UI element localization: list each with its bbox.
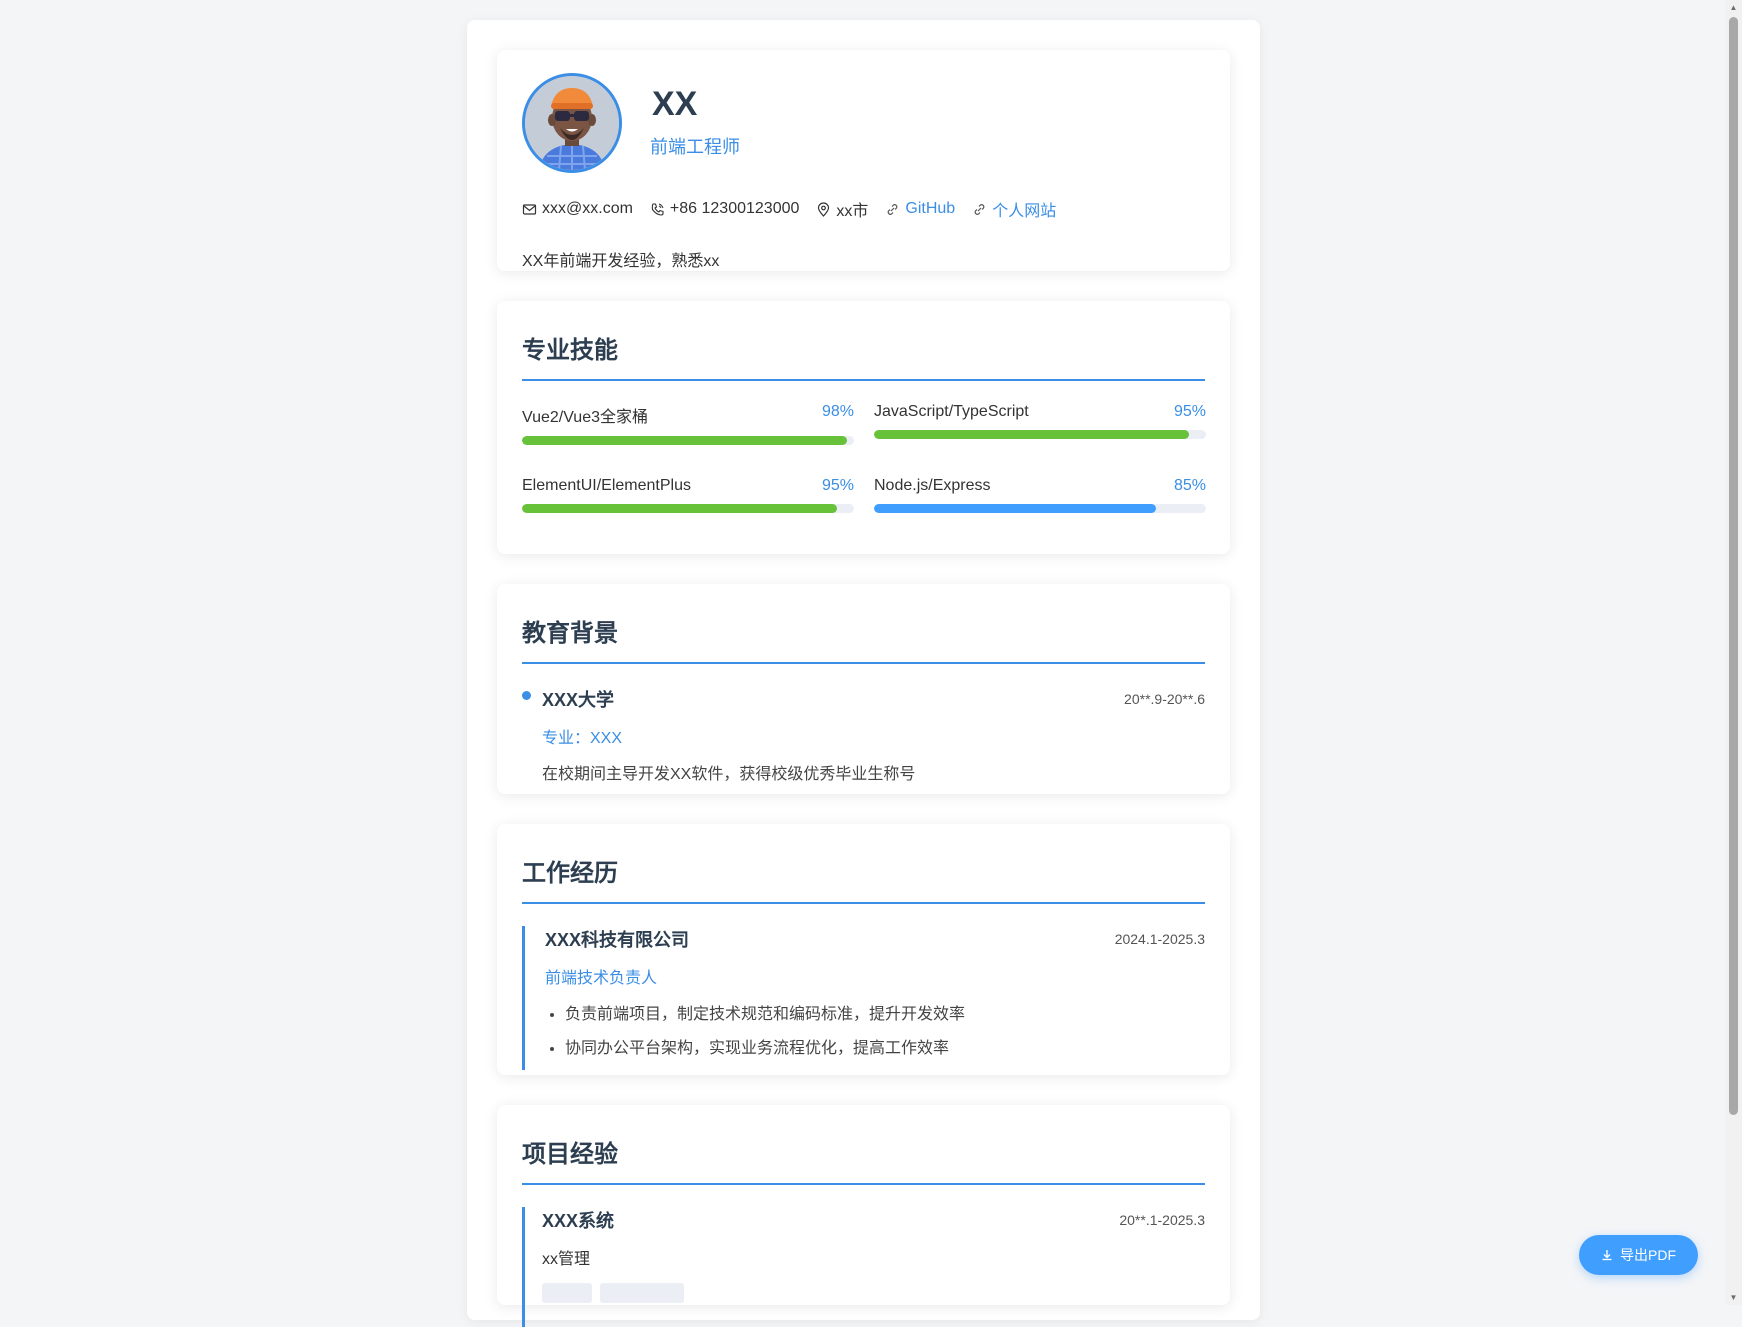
location-pin-icon [816,201,831,217]
section-title-work: 工作经历 [522,853,1205,904]
profile-title: 前端工程师 [650,137,740,157]
skill-bar-fill [874,430,1190,439]
duty-item: 协同办公平台架构，实现业务流程优化，提高工作效率 [565,1034,1205,1058]
scrollbar-thumb[interactable] [1729,17,1738,1115]
export-pdf-button[interactable]: 导出PDF [1579,1235,1698,1275]
skills-card: 专业技能 Vue2/Vue3全家桶 98% JavaScript/TypeScr… [497,301,1230,554]
skill-bar [874,504,1206,513]
skills-grid: Vue2/Vue3全家桶 98% JavaScript/TypeScript 9… [522,403,1206,513]
duty-list: 负责前端项目，制定技术规范和编码标准，提升开发效率 协同办公平台架构，实现业务流… [545,1000,1205,1058]
phone-text: +86 12300123000 [669,200,800,217]
mail-icon [522,202,537,217]
projects-card: 项目经验 XXX系统 20**.1-2025.3 xx管理 [497,1105,1230,1327]
project-name: XXX系统 [542,1211,615,1231]
skill-bar-fill [522,504,838,513]
page-scrollbar[interactable]: ▲ ▼ [1725,0,1742,1305]
contact-bar: xxx@xx.com +86 12300123000 xx市 GitHub 个人… [522,197,1205,221]
project-item: XXX系统 20**.1-2025.3 xx管理 [522,1207,1205,1327]
work-role: 前端技术负责人 [545,970,658,987]
link-icon [972,202,987,217]
contact-location: xx市 [816,197,868,221]
tech-tag [542,1283,592,1303]
duty-item: 负责前端项目，制定技术规范和编码标准，提升开发效率 [565,1000,1205,1024]
skill-bar [874,430,1206,439]
avatar-illustration [525,76,619,170]
skill-name: ElementUI/ElementPlus [522,477,691,494]
project-tags [542,1283,1205,1303]
section-title-skills: 专业技能 [522,330,1205,381]
contact-email: xxx@xx.com [522,200,633,218]
website-link[interactable]: 个人网站 [992,197,1056,221]
project-desc: xx管理 [542,1251,591,1268]
profile-summary: XX年前端开发经验，熟悉xx [522,253,720,270]
skill-item: JavaScript/TypeScript 95% [874,403,1206,445]
work-card: 工作经历 XXX科技有限公司 2024.1-2025.3 前端技术负责人 负责前… [497,824,1230,1075]
contact-github[interactable]: GitHub [885,200,955,218]
skill-item: ElementUI/ElementPlus 95% [522,477,854,513]
skill-item: Node.js/Express 85% [874,477,1206,513]
avatar [522,73,622,173]
export-pdf-label: 导出PDF [1620,1247,1676,1263]
skill-bar-fill [874,504,1157,513]
phone-icon [650,202,665,217]
skill-item: Vue2/Vue3全家桶 98% [522,403,854,445]
company-name: XXX科技有限公司 [545,930,690,950]
skill-percent: 85% [1173,477,1206,494]
contact-website[interactable]: 个人网站 [972,197,1056,221]
project-date: 20**.1-2025.3 [1119,1212,1205,1228]
skill-bar [522,504,854,513]
education-item: XXX大学 20**.9-20**.6 专业：XXX 在校期间主导开发XX软件，… [522,686,1205,784]
contact-phone: +86 12300123000 [650,200,799,218]
skill-name: Node.js/Express [874,477,991,494]
scroll-down-arrow-icon[interactable]: ▼ [1729,1293,1738,1302]
skill-percent: 98% [821,403,854,420]
education-date: 20**.9-20**.6 [1124,691,1205,707]
skill-percent: 95% [1173,403,1206,420]
profile-name: XX [652,85,698,123]
work-item: XXX科技有限公司 2024.1-2025.3 前端技术负责人 负责前端项目，制… [522,926,1205,1070]
scroll-up-arrow-icon[interactable]: ▲ [1729,3,1738,12]
education-card: 教育背景 XXX大学 20**.9-20**.6 专业：XXX 在校期间主导开发… [497,584,1230,794]
skill-bar [522,436,854,445]
skill-name: Vue2/Vue3全家桶 [522,409,648,426]
work-date: 2024.1-2025.3 [1114,931,1205,947]
location-text: xx市 [836,203,869,220]
download-icon [1601,1249,1613,1261]
skill-name: JavaScript/TypeScript [874,403,1029,420]
education-desc: 在校期间主导开发XX软件，获得校级优秀毕业生称号 [542,766,916,783]
profile-card: XX 前端工程师 xxx@xx.com +86 12300123000 xx市 … [497,50,1230,271]
skill-percent: 95% [821,477,854,494]
section-title-projects: 项目经验 [522,1134,1205,1185]
education-major: 专业：XXX [542,730,623,747]
email-text: xxx@xx.com [542,200,633,217]
section-title-education: 教育背景 [522,613,1205,664]
github-link[interactable]: GitHub [905,200,955,218]
skill-bar-fill [522,436,848,445]
timeline-dot [522,691,531,700]
resume-page: XX 前端工程师 xxx@xx.com +86 12300123000 xx市 … [467,20,1260,1327]
school-name: XXX大学 [542,690,615,710]
tech-tag [600,1283,684,1303]
link-icon [885,202,900,217]
